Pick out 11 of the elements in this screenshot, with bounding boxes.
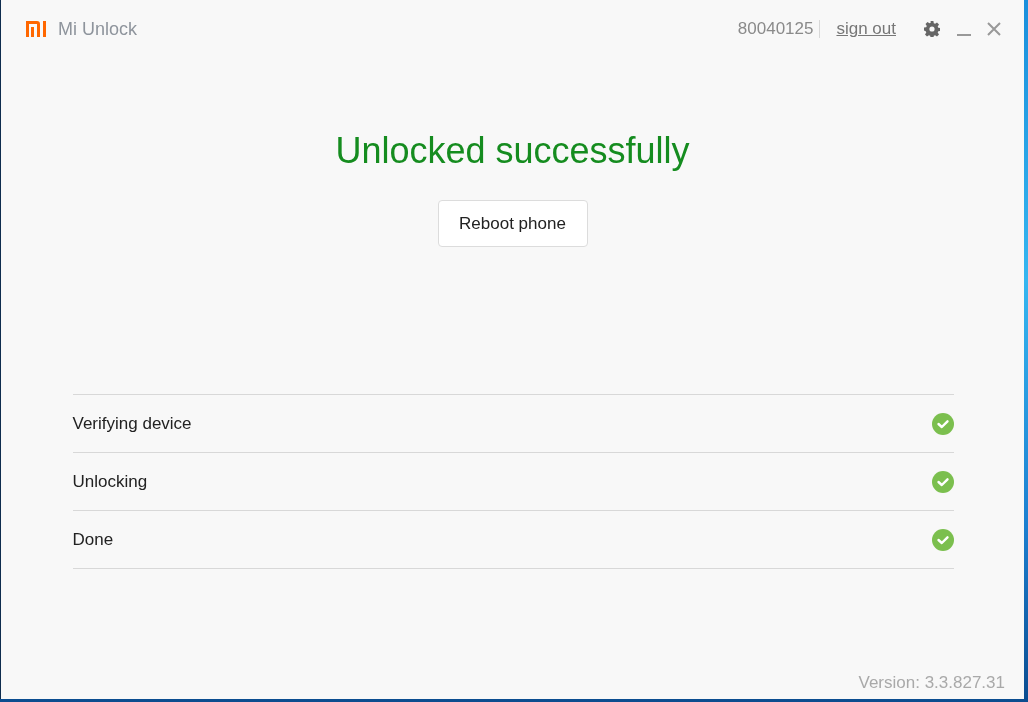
close-icon[interactable] bbox=[987, 22, 1001, 36]
step-label: Done bbox=[72, 529, 114, 550]
step-label: Unlocking bbox=[72, 471, 148, 492]
account-id: 80040125 bbox=[737, 19, 814, 39]
reboot-button[interactable]: Reboot phone bbox=[437, 200, 588, 247]
version-text: Version: 3.3.827.31 bbox=[858, 673, 1005, 693]
step-label: Verifying device bbox=[72, 413, 192, 434]
sign-out-link[interactable]: sign out bbox=[836, 19, 896, 39]
settings-icon[interactable] bbox=[924, 21, 940, 37]
status-heading: Unlocked successfully bbox=[335, 129, 690, 173]
window-title: Mi Unlock bbox=[58, 18, 137, 40]
